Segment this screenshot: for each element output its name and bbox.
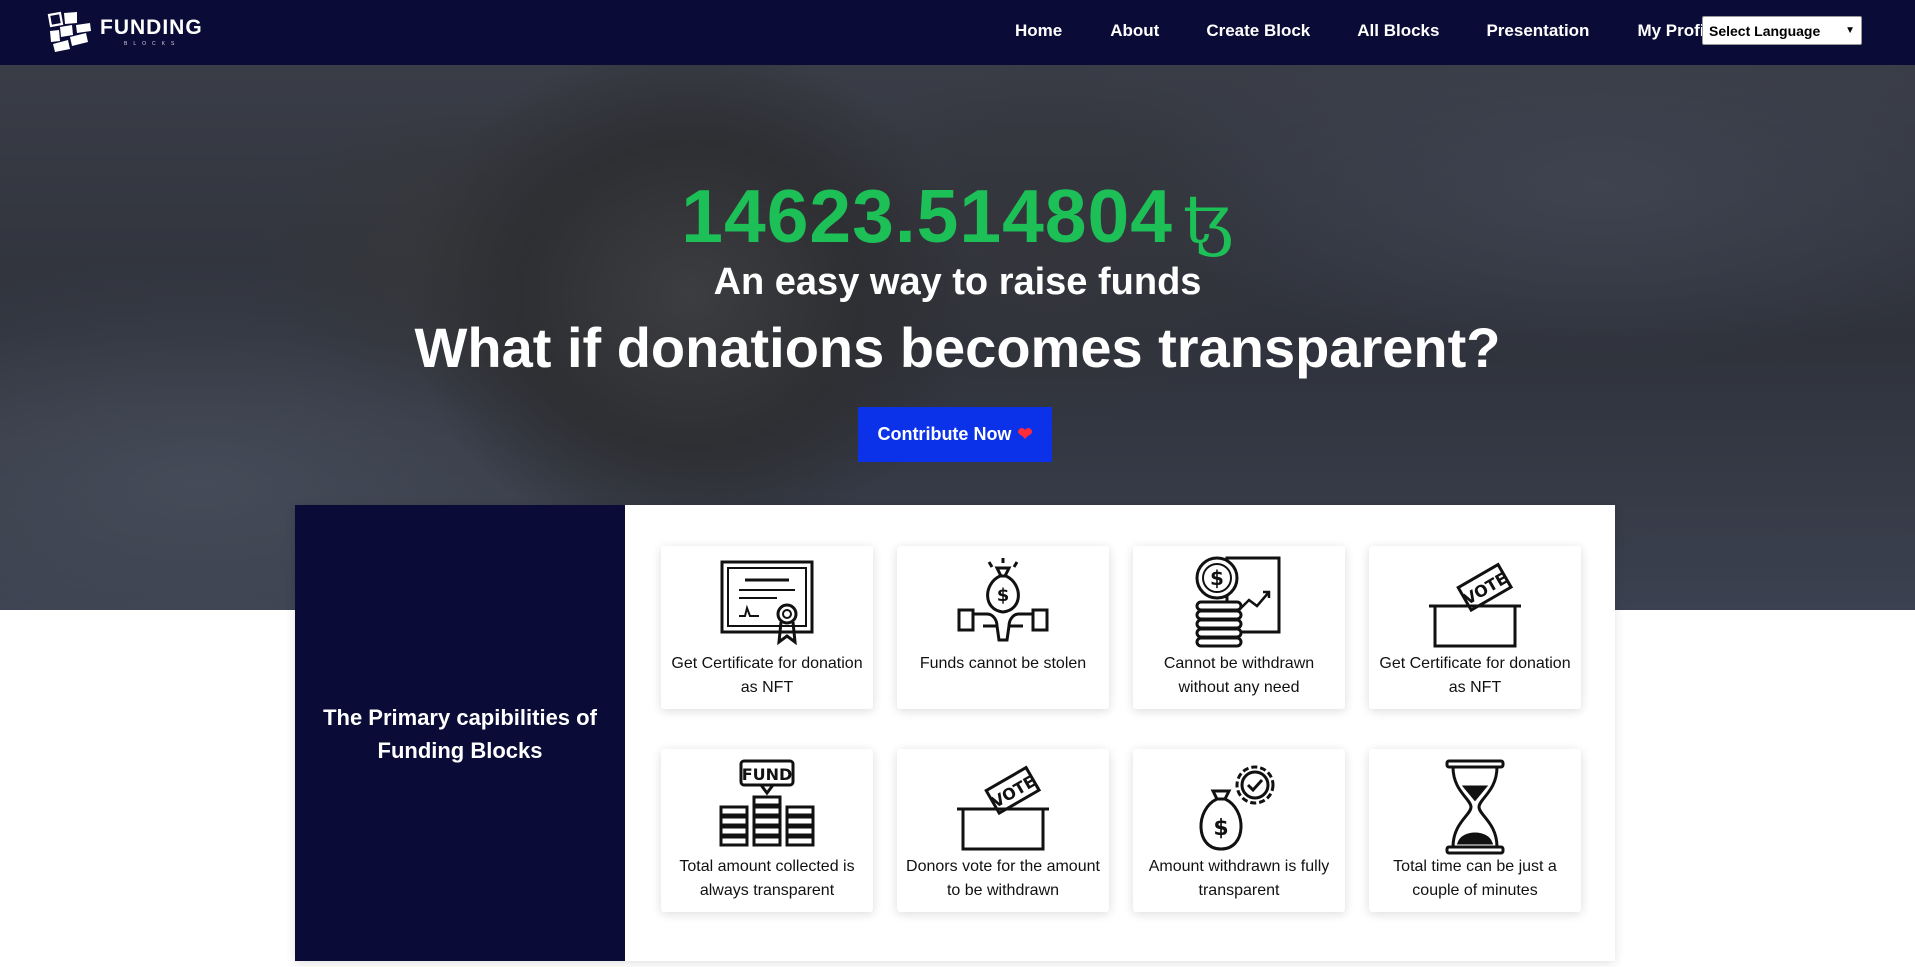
capabilities-panel: The Primary capibilities of Funding Bloc…: [295, 505, 625, 961]
capability-card: $ Cannot be withdrawn without any need: [1133, 546, 1345, 709]
coins-chart-icon: $: [1195, 556, 1281, 648]
capability-label: Donors vote for the amount to be withdra…: [906, 858, 1100, 899]
vote-box-icon: VOTE: [1429, 562, 1521, 648]
capability-label: Total time can be just a couple of minut…: [1393, 858, 1557, 899]
language-select[interactable]: Select Language ▼: [1702, 16, 1862, 45]
capabilities-title: The Primary capibilities of Funding Bloc…: [323, 705, 597, 763]
brand-logo[interactable]: FUNDING BLOCKS: [46, 11, 203, 53]
money-bag-hands-icon: $: [957, 558, 1049, 642]
contribute-now-label: Contribute Now: [877, 424, 1012, 444]
fund-coins-icon: FUND: [719, 759, 815, 847]
capability-label: Funds cannot be stolen: [919, 655, 1087, 672]
svg-text:$: $: [1210, 566, 1224, 590]
nav-menu: Home About Create Block All Blocks Prese…: [1000, 0, 1719, 62]
nav-presentation[interactable]: Presentation: [1486, 21, 1589, 41]
nav-about[interactable]: About: [1110, 21, 1159, 41]
nav-home[interactable]: Home: [1015, 21, 1062, 41]
capability-card: FUND Total amount collected is always tr…: [661, 749, 873, 912]
heart-icon: ❤: [1017, 424, 1033, 444]
capability-card: $ Funds cannot be stolen: [897, 546, 1109, 709]
raised-amount: 14623.514804 ꜩ: [0, 173, 1915, 259]
language-select-value: Select Language: [1709, 22, 1821, 39]
capability-label: Get Certificate for donation as NFT: [671, 655, 863, 696]
svg-text:$: $: [997, 585, 1010, 606]
raised-amount-value: 14623.514804: [681, 174, 1173, 258]
hourglass-icon: [1445, 759, 1505, 855]
nav-create-block[interactable]: Create Block: [1206, 21, 1310, 41]
nav-all-blocks[interactable]: All Blocks: [1357, 21, 1439, 41]
brand-name: FUNDING: [100, 16, 203, 39]
vote-box-icon: VOTE: [957, 765, 1049, 851]
hero-subtitle: An easy way to raise funds: [713, 261, 1202, 303]
svg-text:FUND: FUND: [742, 765, 793, 784]
capability-label: Cannot be withdrawn without any need: [1163, 655, 1315, 696]
capability-card: VOTE Get Certificate for donation as NFT: [1369, 546, 1581, 709]
capability-label: Amount withdrawn is fully transparent: [1148, 858, 1330, 899]
capability-card: Get Certificate for donation as NFT: [661, 546, 873, 709]
top-navbar: FUNDING BLOCKS Home About Create Block A…: [0, 0, 1915, 65]
money-bag-gear-icon: $: [1199, 765, 1275, 851]
capability-label: Get Certificate for donation as NFT: [1379, 655, 1571, 696]
capability-label: Total amount collected is always transpa…: [679, 858, 855, 899]
tezos-currency-icon: ꜩ: [1182, 181, 1234, 258]
capability-card: $ Amount withdrawn is fully transparent: [1133, 749, 1345, 912]
capability-card: VOTE Donors vote for the amount to be wi…: [897, 749, 1109, 912]
capability-card: Total time can be just a couple of minut…: [1369, 749, 1581, 912]
capabilities-section: The Primary capibilities of Funding Bloc…: [295, 505, 1615, 961]
svg-text:$: $: [1213, 816, 1228, 841]
chevron-down-icon: ▼: [1845, 25, 1855, 36]
hero-headline: What if donations becomes transparent?: [414, 316, 1501, 379]
contribute-now-button[interactable]: Contribute Now ❤: [858, 407, 1052, 462]
certificate-icon: [720, 560, 814, 646]
brand-subtitle: BLOCKS: [124, 41, 181, 47]
cubes-logo-icon: [47, 11, 91, 52]
